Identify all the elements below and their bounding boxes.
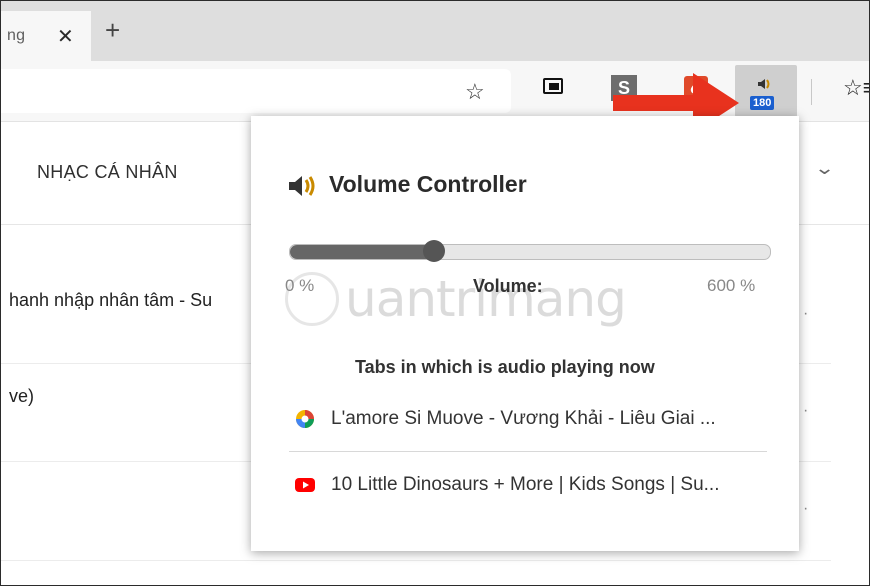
audio-tab-title: 10 Little Dinosaurs + More | Kids Songs …	[331, 474, 720, 495]
volume-controller-extension-button[interactable]: 180	[735, 65, 797, 117]
list-item-title: hanh nhập nhân tâm - Su	[9, 290, 213, 310]
tab-strip: ng ✕ +	[1, 1, 869, 61]
speaker-icon	[289, 176, 315, 196]
more-dot-icon[interactable]: ·	[803, 305, 808, 323]
more-dot-icon[interactable]: ·	[803, 402, 808, 420]
tab-title: ng	[7, 27, 26, 44]
volume-slider[interactable]	[289, 240, 771, 262]
favorites-icon[interactable]: ☆≡	[843, 75, 869, 101]
volume-badge: 180	[750, 96, 775, 110]
toolbar-separator	[811, 79, 812, 105]
picture-in-picture-extension-icon[interactable]	[541, 75, 567, 101]
popup-title: Volume Controller	[329, 171, 527, 197]
chevron-down-icon[interactable]: ⌄	[814, 158, 835, 179]
browser-tab[interactable]: ng ✕	[1, 11, 91, 61]
tab-divider	[289, 451, 767, 452]
audio-tab-item[interactable]: 10 Little Dinosaurs + More | Kids Songs …	[293, 469, 761, 501]
tab-close-icon[interactable]: ✕	[57, 24, 74, 49]
slider-thumb[interactable]	[423, 240, 445, 262]
volume-max-label: 600 %	[707, 276, 756, 295]
list-item-title: ve)	[9, 386, 35, 406]
slider-fill	[290, 245, 434, 259]
audio-tabs-heading: Tabs in which is audio playing now	[355, 357, 655, 377]
watermark: uantrimang	[267, 264, 627, 334]
volume-label: Volume:	[473, 276, 543, 296]
youtube-icon	[295, 478, 315, 492]
audio-tab-item[interactable]: L'amore Si Muove - Vương Khải - Liêu Gia…	[293, 403, 761, 435]
add-favorite-icon[interactable]: ☆	[465, 79, 485, 105]
nav-personal-music[interactable]: NHẠC CÁ NHÂN	[37, 162, 178, 183]
address-bar[interactable]: ☆	[1, 69, 511, 113]
more-dot-icon[interactable]: ·	[803, 500, 808, 518]
volume-min-label: 0 %	[285, 276, 315, 295]
volume-controller-popup: Volume Controller uantrimang 0 % Volume:…	[251, 116, 799, 551]
audio-tab-title: L'amore Si Muove - Vương Khải - Liêu Gia…	[331, 408, 716, 429]
new-tab-icon[interactable]: +	[105, 17, 120, 43]
music-app-icon	[296, 410, 314, 428]
speaker-small-icon	[758, 79, 770, 89]
browser-window: ng ✕ + ☆ S 180 ☆≡ NHẠC CÁ NHÂN ⌄ hanh nh…	[0, 0, 870, 586]
